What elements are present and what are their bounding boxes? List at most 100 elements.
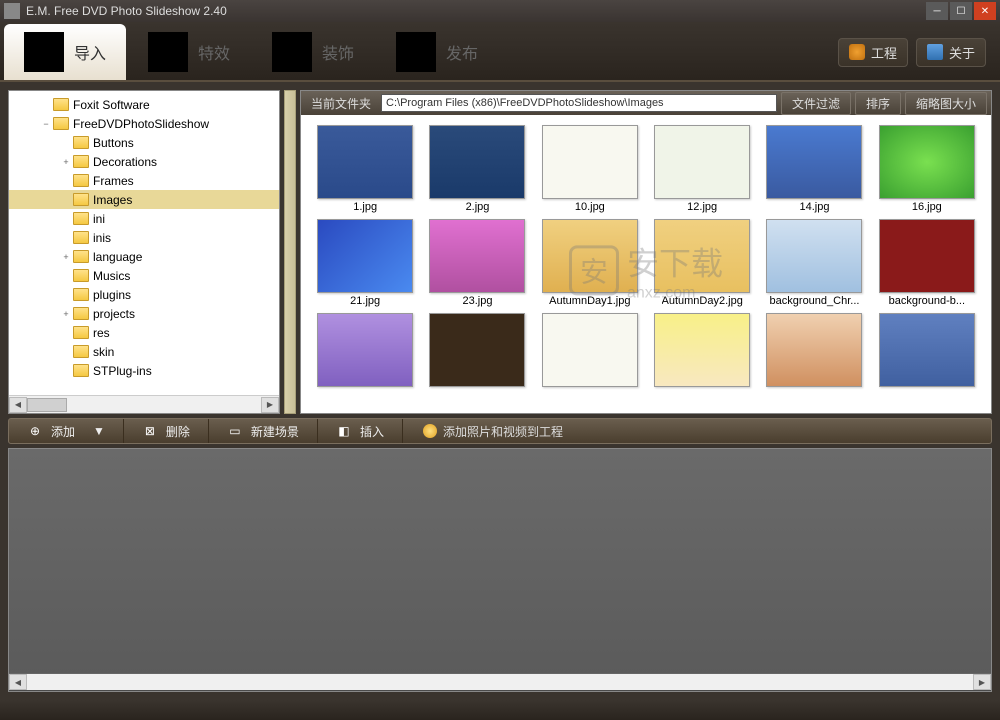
delete-button[interactable]: ⊠ 删除 [124,419,209,443]
thumb-image[interactable] [317,219,413,293]
new-scene-button[interactable]: ▭ 新建场景 [209,419,318,443]
thumb-image[interactable] [766,125,862,199]
insert-button[interactable]: ◧ 插入 [318,419,403,443]
tree-item[interactable]: inis [9,228,279,247]
tab-effects[interactable]: 特效 [128,24,250,80]
thumb-cell[interactable]: 21.jpg [311,219,419,307]
hint-text: 添加照片和视频到工程 [403,423,563,440]
thumb-image[interactable] [317,125,413,199]
thumb-image[interactable] [317,313,413,387]
thumb-cell[interactable]: AutumnDay1.jpg [536,219,644,307]
thumb-cell[interactable]: AutumnDay2.jpg [648,219,756,307]
tree-item[interactable]: res [9,323,279,342]
thumb-cell[interactable]: 10.jpg [536,125,644,213]
tree-item[interactable]: skin [9,342,279,361]
scroll-thumb[interactable] [27,398,67,412]
thumb-image[interactable] [429,125,525,199]
thumb-cell[interactable] [536,313,644,389]
maximize-button[interactable]: ☐ [950,2,972,20]
thumb-filename: 10.jpg [575,201,605,213]
window-title: E.M. Free DVD Photo Slideshow 2.40 [26,4,926,18]
thumb-image[interactable] [542,313,638,387]
add-label: 添加 [51,423,75,440]
thumb-toolbar: 当前文件夹 C:\Program Files (x86)\FreeDVDPhot… [301,91,991,115]
sort-button[interactable]: 排序 [855,92,901,115]
thumb-image[interactable] [654,313,750,387]
tree-item[interactable]: ini [9,209,279,228]
timeline-panel[interactable]: ◀ ▶ [8,448,992,692]
tree-item[interactable]: +projects [9,304,279,323]
thumb-image[interactable] [542,219,638,293]
tree-item-label: ini [93,212,105,226]
twisty-icon[interactable]: − [39,119,53,129]
thumb-cell[interactable]: 12.jpg [648,125,756,213]
insert-label: 插入 [360,423,384,440]
tree-item[interactable]: Foxit Software [9,95,279,114]
twisty-icon[interactable]: + [59,309,73,319]
thumb-size-button[interactable]: 缩略图大小 [905,92,987,115]
tab-publish[interactable]: 发布 [376,24,498,80]
tree-item[interactable]: Buttons [9,133,279,152]
thumb-image[interactable] [879,219,975,293]
thumb-cell[interactable]: background-b... [873,219,981,307]
thumb-cell[interactable]: 14.jpg [760,125,868,213]
scroll-track[interactable] [27,397,261,413]
project-button[interactable]: 工程 [838,38,908,67]
thumb-cell[interactable] [311,313,419,389]
tree-item[interactable]: +Decorations [9,152,279,171]
x-icon: ⊠ [142,423,158,439]
import-icon [24,32,64,72]
file-filter-button[interactable]: 文件过滤 [781,92,851,115]
tree-item-label: Images [93,193,132,207]
thumbnail-grid[interactable]: 1.jpg2.jpg 10.jpg 12.jpg14.jpg16.jpg 21.jpg… [301,115,991,413]
thumb-image[interactable] [766,219,862,293]
dropdown-icon: ▼ [93,424,105,438]
scroll-track[interactable] [27,674,973,690]
thumb-cell[interactable]: 23.jpg [423,219,531,307]
tree-item[interactable]: Musics [9,266,279,285]
thumb-image[interactable] [542,125,638,199]
thumb-image[interactable] [766,313,862,387]
thumb-image[interactable] [879,125,975,199]
tree-h-scrollbar[interactable]: ◀ ▶ [9,395,279,413]
thumb-image[interactable] [654,125,750,199]
tree-item[interactable]: STPlug-ins [9,361,279,380]
thumb-image[interactable] [654,219,750,293]
tree-item[interactable]: Images [9,190,279,209]
scroll-right-icon[interactable]: ▶ [261,397,279,413]
folder-icon [73,326,89,339]
thumb-image[interactable] [879,313,975,387]
about-button[interactable]: 关于 [916,38,986,67]
thumb-cell[interactable]: 16.jpg [873,125,981,213]
thumb-cell[interactable] [873,313,981,389]
tab-import[interactable]: 导入 [4,24,126,80]
new-scene-label: 新建场景 [251,423,299,440]
scroll-left-icon[interactable]: ◀ [9,397,27,413]
add-button[interactable]: ⊕ 添加 ▼ [9,419,124,443]
splitter[interactable] [284,90,296,414]
minimize-button[interactable]: ─ [926,2,948,20]
timeline-scrollbar[interactable]: ◀ ▶ [9,673,991,691]
thumb-cell[interactable] [760,313,868,389]
scroll-right-icon[interactable]: ▶ [973,674,991,690]
path-input[interactable]: C:\Program Files (x86)\FreeDVDPhotoSlide… [381,94,777,112]
tree-item[interactable]: +language [9,247,279,266]
twisty-icon[interactable]: + [59,157,73,167]
scroll-left-icon[interactable]: ◀ [9,674,27,690]
thumb-image[interactable] [429,313,525,387]
thumb-cell[interactable] [648,313,756,389]
thumb-image[interactable] [429,219,525,293]
thumb-cell[interactable] [423,313,531,389]
titlebar: E.M. Free DVD Photo Slideshow 2.40 ─ ☐ ✕ [0,0,1000,22]
thumb-cell[interactable]: background_Chr... [760,219,868,307]
current-folder-label: 当前文件夹 [305,95,377,112]
thumb-cell[interactable]: 1.jpg [311,125,419,213]
close-button[interactable]: ✕ [974,2,996,20]
tree-item[interactable]: −FreeDVDPhotoSlideshow [9,114,279,133]
thumb-cell[interactable]: 2.jpg [423,125,531,213]
tree-item[interactable]: plugins [9,285,279,304]
twisty-icon[interactable]: + [59,252,73,262]
tree-item[interactable]: Frames [9,171,279,190]
folder-tree[interactable]: Foxit Software−FreeDVDPhotoSlideshowButt… [9,91,279,395]
tab-decorate[interactable]: 装饰 [252,24,374,80]
